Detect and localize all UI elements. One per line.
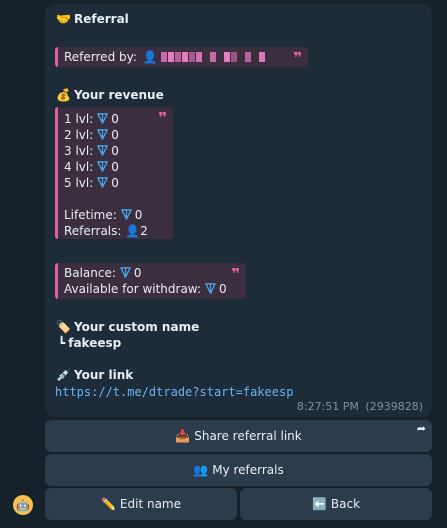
view-count: (2939828) bbox=[365, 400, 423, 413]
inbox-tray-icon: 📥 bbox=[175, 429, 191, 443]
syringe-icon: 💉 bbox=[56, 368, 71, 382]
lifetime-row: Lifetime: 0 bbox=[64, 207, 142, 223]
bot-avatar[interactable]: 🤖 bbox=[13, 495, 33, 515]
pencil-icon: ✏️ bbox=[100, 497, 116, 511]
level-value: 0 bbox=[111, 160, 119, 174]
lifetime-label: Lifetime: bbox=[64, 208, 117, 222]
link-header: 💉 Your link bbox=[56, 367, 133, 383]
label-tag-icon: 🏷️ bbox=[56, 320, 71, 334]
back-button[interactable]: ⬅️ Back bbox=[240, 488, 432, 520]
level-label: 5 lvl: bbox=[64, 176, 94, 190]
referred-quote: Referred by: 👤 ❞ bbox=[55, 47, 308, 67]
revenue-quote: ❞ 1 lvl: 0 2 lvl: 0 3 lvl: 0 4 lvl: 0 5 lvl:… bbox=[55, 107, 173, 239]
message-time: 8:27:51 PM bbox=[296, 400, 359, 413]
people-icon: 👥 bbox=[193, 463, 209, 477]
ton-icon bbox=[97, 161, 109, 172]
back-arrow-icon: ⬅️ bbox=[311, 497, 327, 511]
referrals-row: Referrals: 👤2 bbox=[64, 223, 148, 239]
ton-icon bbox=[120, 267, 131, 278]
header-line: 🤝 Referral bbox=[56, 11, 129, 27]
custom-name-header: 🏷️ Your custom name bbox=[56, 319, 199, 335]
share-button-label: Share referral link bbox=[194, 429, 302, 443]
level-row: 3 lvl: 0 bbox=[64, 143, 119, 159]
quote-mark-icon: ❞ bbox=[158, 109, 167, 127]
withdraw-row: Available for withdraw: 0 bbox=[64, 281, 227, 297]
bot-message-bubble: 🤝 Referral Referred by: 👤 ❞ 💰 Your revenue… bbox=[45, 4, 432, 417]
ton-icon bbox=[205, 283, 216, 294]
withdraw-label: Available for withdraw: bbox=[64, 282, 202, 296]
level-label: 2 lvl: bbox=[64, 128, 94, 142]
balance-row: Balance: 0 bbox=[64, 265, 142, 281]
bot-avatar-icon: 🤖 bbox=[16, 498, 30, 512]
level-row: 1 lvl: 0 bbox=[64, 111, 119, 127]
balance-label: Balance: bbox=[64, 266, 116, 280]
level-value: 0 bbox=[111, 112, 119, 126]
lifetime-value: 0 bbox=[134, 208, 143, 222]
referrals-label: Referrals: bbox=[64, 224, 122, 238]
custom-name-title: Your custom name bbox=[74, 320, 200, 334]
withdraw-value: 0 bbox=[219, 282, 227, 296]
message-meta: 8:27:51 PM (2939828) bbox=[297, 400, 423, 413]
referred-label: Referred by: bbox=[64, 50, 137, 64]
level-row: 5 lvl: 0 bbox=[64, 175, 119, 191]
revenue-header: 💰 Your revenue bbox=[56, 87, 164, 103]
link-title: Your link bbox=[74, 368, 134, 382]
back-button-label: Back bbox=[330, 497, 361, 511]
level-label: 3 lvl: bbox=[64, 144, 94, 158]
balance-value: 0 bbox=[133, 266, 142, 280]
quote-mark-icon: ❞ bbox=[293, 49, 302, 67]
custom-name-value: fakeesp bbox=[68, 336, 122, 350]
level-row: 2 lvl: 0 bbox=[64, 127, 119, 143]
person-icon: 👤 bbox=[142, 50, 158, 64]
level-label: 1 lvl: bbox=[64, 112, 94, 126]
redacted-username bbox=[160, 50, 266, 62]
quote-mark-icon: ❞ bbox=[231, 265, 240, 283]
ton-icon bbox=[97, 145, 109, 156]
ton-icon bbox=[97, 177, 109, 188]
referrals-button-label: My referrals bbox=[212, 463, 284, 477]
custom-name-value-line: ┗ fakeesp bbox=[58, 335, 121, 351]
person-icon: 👤 bbox=[125, 224, 141, 238]
edit-button-label: Edit name bbox=[119, 497, 182, 511]
ton-icon bbox=[97, 113, 109, 124]
level-row: 4 lvl: 0 bbox=[64, 159, 119, 175]
ton-icon bbox=[120, 209, 132, 220]
share-referral-link-button[interactable]: 📥 Share referral link ➦ bbox=[45, 420, 432, 452]
header-title: Referral bbox=[74, 12, 129, 26]
my-referrals-button[interactable]: 👥 My referrals bbox=[45, 454, 432, 486]
level-value: 0 bbox=[111, 128, 119, 142]
referral-link[interactable]: https://t.me/dtrade?start=fakeesp bbox=[55, 385, 293, 399]
money-bag-icon: 💰 bbox=[56, 88, 71, 102]
tree-branch-icon: ┗ bbox=[58, 336, 66, 350]
share-arrow-icon: ➦ bbox=[416, 422, 426, 435]
level-value: 0 bbox=[111, 176, 119, 190]
referred-line: Referred by: 👤 bbox=[64, 49, 266, 65]
revenue-title: Your revenue bbox=[74, 88, 164, 102]
balance-quote: ❞ Balance: 0 Available for withdraw: 0 bbox=[55, 263, 246, 299]
ton-icon bbox=[97, 129, 109, 140]
level-label: 4 lvl: bbox=[64, 160, 94, 174]
handshake-icon: 🤝 bbox=[56, 12, 71, 26]
referrals-value: 2 bbox=[140, 224, 148, 238]
edit-name-button[interactable]: ✏️ Edit name bbox=[45, 488, 237, 520]
level-value: 0 bbox=[111, 144, 119, 158]
